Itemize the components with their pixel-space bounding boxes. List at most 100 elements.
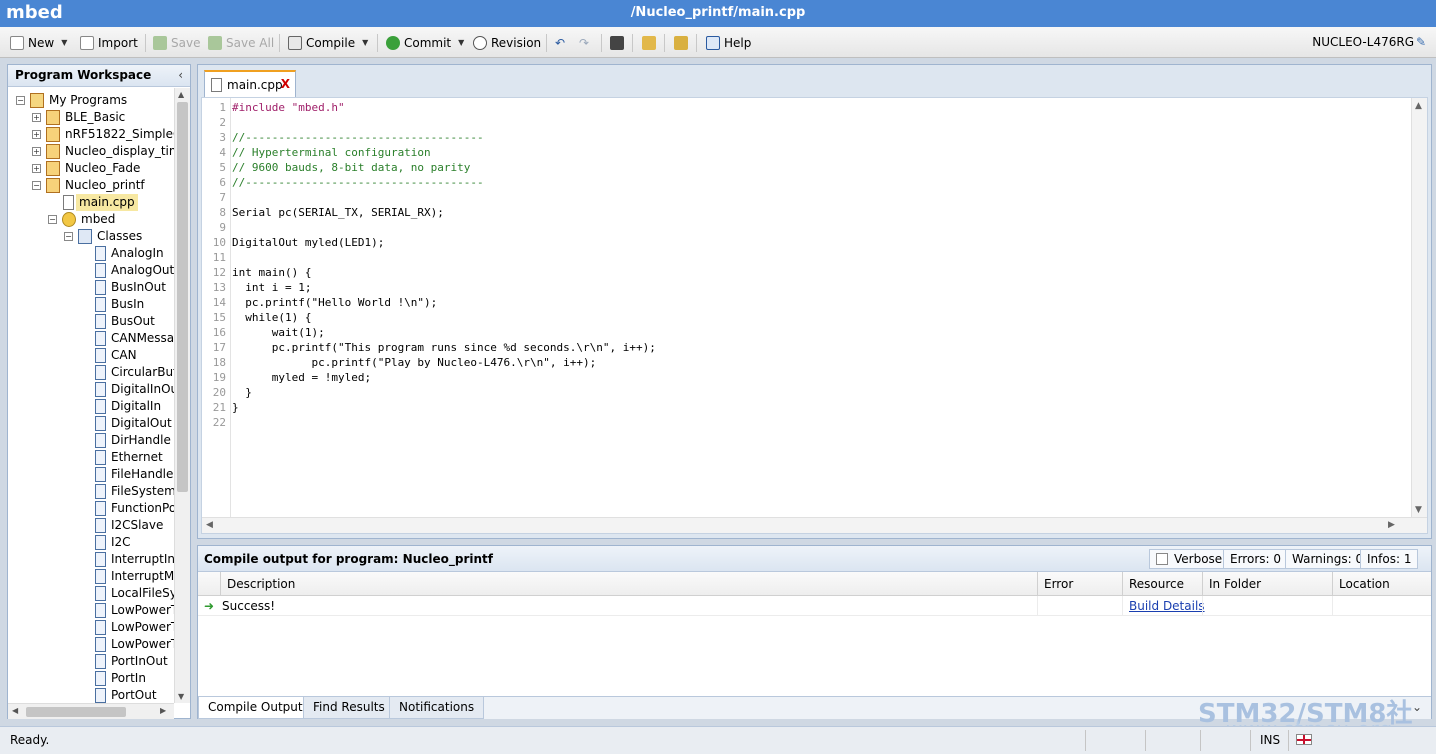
save-button[interactable]: Save: [153, 34, 200, 52]
chevron-down-icon[interactable]: ▼: [458, 34, 464, 52]
wand-button[interactable]: [674, 34, 692, 52]
collapse-icon[interactable]: −: [32, 181, 41, 190]
tree-node-class[interactable]: CANMessag: [95, 330, 174, 347]
code-line[interactable]: // 9600 bauds, 8-bit data, no parity: [232, 160, 470, 175]
tree-node-class[interactable]: BusIn: [95, 296, 144, 313]
code-line[interactable]: Serial pc(SERIAL_TX, SERIAL_RX);: [232, 205, 444, 220]
scroll-right-icon[interactable]: ▶: [1388, 520, 1395, 530]
scroll-right-icon[interactable]: ▶: [160, 706, 166, 715]
tree-node-class[interactable]: LocalFileSy: [95, 585, 174, 602]
tree-node-class[interactable]: DigitalIn: [95, 398, 161, 415]
chevron-down-icon[interactable]: ▼: [61, 34, 67, 52]
target-board-icon[interactable]: ✎: [1416, 35, 1430, 49]
editor-horizontal-scrollbar[interactable]: ◀ ▶: [202, 517, 1427, 533]
tree-node-class[interactable]: LowPowerT: [95, 602, 174, 619]
tab-main-cpp[interactable]: main.cpp X: [204, 70, 296, 97]
tree-node-root[interactable]: − My Programs: [16, 92, 127, 109]
find-button[interactable]: [610, 34, 628, 52]
import-button[interactable]: Import: [80, 34, 138, 52]
expand-icon[interactable]: +: [32, 164, 41, 173]
code-line[interactable]: pc.printf("This program runs since %d se…: [232, 340, 656, 355]
help-button[interactable]: Help: [706, 34, 751, 52]
column-location[interactable]: Location: [1332, 572, 1431, 596]
tree-node-class[interactable]: DirHandle: [95, 432, 171, 449]
verbose-checkbox[interactable]: [1156, 553, 1168, 565]
tree-node-class[interactable]: PortOut: [95, 687, 157, 703]
target-board-label[interactable]: NUCLEO-L476RG: [1312, 35, 1414, 49]
tree-node-library[interactable]: − mbed: [48, 211, 115, 228]
compile-button[interactable]: Compile ▼: [288, 34, 368, 52]
tab-notifications[interactable]: Notifications: [389, 697, 485, 719]
code-line[interactable]: #include "mbed.h": [232, 100, 345, 115]
code-line[interactable]: //------------------------------------: [232, 175, 484, 190]
code-line[interactable]: int i = 1;: [232, 280, 311, 295]
tree-node-class[interactable]: AnalogOut: [95, 262, 174, 279]
tree-node-file[interactable]: main.cpp: [63, 194, 138, 211]
code-line[interactable]: myled = !myled;: [232, 370, 371, 385]
tree-node-program[interactable]: + nRF51822_SimpleC: [32, 126, 174, 143]
editor-vertical-scrollbar[interactable]: ▲ ▼: [1411, 98, 1427, 518]
tree-node-class[interactable]: FileSystemI: [95, 483, 174, 500]
tree-node-class[interactable]: CAN: [95, 347, 137, 364]
scroll-left-icon[interactable]: ◀: [206, 520, 213, 530]
collapse-icon[interactable]: −: [64, 232, 73, 241]
code-line[interactable]: // Hyperterminal configuration: [232, 145, 431, 160]
tree-node-program[interactable]: + Nucleo_Fade: [32, 160, 140, 177]
scroll-left-icon[interactable]: ◀: [12, 706, 18, 715]
tree-node-program[interactable]: − Nucleo_printf: [32, 177, 145, 194]
tree-node-class[interactable]: FunctionPo: [95, 500, 174, 517]
expand-icon[interactable]: +: [32, 147, 41, 156]
scroll-up-icon[interactable]: ▲: [178, 90, 184, 99]
code-line[interactable]: //------------------------------------: [232, 130, 484, 145]
new-button[interactable]: New ▼: [10, 34, 67, 52]
format-button[interactable]: [642, 34, 660, 52]
tree-node-class[interactable]: LowPowerT: [95, 636, 174, 653]
language-flag-icon[interactable]: [1296, 734, 1312, 745]
code-line[interactable]: while(1) {: [232, 310, 311, 325]
code-line[interactable]: pc.printf("Hello World !\n");: [232, 295, 437, 310]
column-error[interactable]: Error: [1037, 572, 1122, 596]
tree-node-class[interactable]: Ethernet: [95, 449, 163, 466]
tree-node-class[interactable]: I2CSlave: [95, 517, 163, 534]
tree-node-class[interactable]: AnalogIn: [95, 245, 164, 262]
tree-node-class[interactable]: BusOut: [95, 313, 155, 330]
commit-button[interactable]: Commit ▼: [386, 34, 464, 52]
column-in-folder[interactable]: In Folder: [1202, 572, 1332, 596]
tree-node-class[interactable]: DigitalInOu: [95, 381, 174, 398]
column-description[interactable]: Description: [220, 572, 1037, 596]
errors-count[interactable]: Errors: 0: [1223, 549, 1288, 569]
build-details-link[interactable]: Build Details: [1129, 599, 1205, 613]
code-line[interactable]: DigitalOut myled(LED1);: [232, 235, 384, 250]
scrollbar-thumb[interactable]: [26, 707, 126, 717]
expand-icon[interactable]: +: [32, 113, 41, 122]
chevron-down-icon[interactable]: ▼: [362, 34, 368, 52]
tree-node-class[interactable]: I2C: [95, 534, 131, 551]
code-line[interactable]: }: [232, 400, 239, 415]
tree-node-class[interactable]: PortIn: [95, 670, 146, 687]
scroll-down-icon[interactable]: ▼: [1415, 505, 1422, 515]
collapse-icon[interactable]: −: [16, 96, 25, 105]
tab-compile-output[interactable]: Compile Output: [198, 697, 313, 719]
tree-node-class[interactable]: PortInOut: [95, 653, 168, 670]
tree-vertical-scrollbar[interactable]: ▲ ▼: [174, 88, 190, 703]
tree-node-class[interactable]: InterruptMa: [95, 568, 174, 585]
collapse-panel-icon[interactable]: ‹: [178, 65, 183, 86]
verbose-toggle[interactable]: Verbose: [1149, 549, 1230, 569]
tree-node-program[interactable]: + BLE_Basic: [32, 109, 125, 126]
code-line[interactable]: wait(1);: [232, 325, 325, 340]
infos-count[interactable]: Infos: 1: [1360, 549, 1419, 569]
tree-node-class[interactable]: LowPowerT: [95, 619, 174, 636]
tree-node-classes[interactable]: − Classes: [64, 228, 142, 245]
tab-find-results[interactable]: Find Results: [303, 697, 395, 719]
column-resource[interactable]: Resource: [1122, 572, 1202, 596]
tree-horizontal-scrollbar[interactable]: ◀ ▶: [8, 703, 174, 719]
save-all-button[interactable]: Save All: [208, 34, 274, 52]
collapse-icon[interactable]: −: [48, 215, 57, 224]
scroll-down-icon[interactable]: ▼: [178, 692, 184, 701]
scrollbar-thumb[interactable]: [177, 102, 188, 492]
code-line[interactable]: int main() {: [232, 265, 311, 280]
code-editor[interactable]: 1 2 3 4 5 6 7 8 9 10 11 12 13 14 15 16 17 18 19 20 21 22 #inc…: [201, 97, 1428, 534]
tree-node-class[interactable]: DigitalOut: [95, 415, 172, 432]
code-line[interactable]: }: [232, 385, 252, 400]
code-line[interactable]: pc.printf("Play by Nucleo-L476.\r\n", i+…: [232, 355, 596, 370]
